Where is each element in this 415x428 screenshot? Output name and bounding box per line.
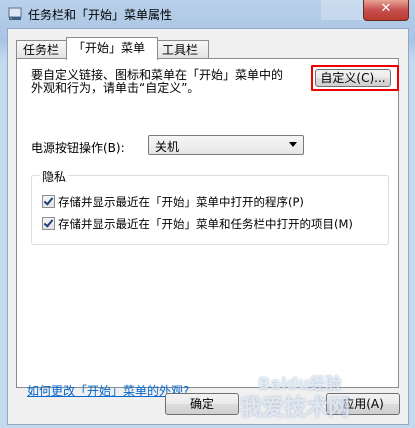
window-title: 任务栏和「开始」菜单属性 bbox=[28, 8, 173, 22]
recent-items-checkbox[interactable] bbox=[42, 217, 55, 230]
recent-items-label: 存储并显示最近在「开始」菜单和任务栏中打开的项目(M) bbox=[58, 217, 353, 231]
close-button[interactable]: ✕ bbox=[363, 0, 409, 21]
dialog-client-area: 任务栏 「开始」菜单 工具栏 要自定义链接、图标和菜单在「开始」菜单中的 外观和… bbox=[7, 28, 409, 425]
recent-programs-checkbox[interactable] bbox=[42, 195, 55, 208]
start-menu-panel: 要自定义链接、图标和菜单在「开始」菜单中的 外观和行为，请单击“自定义”。 自定… bbox=[16, 58, 399, 398]
recent-programs-label: 存储并显示最近在「开始」菜单中打开的程序(P) bbox=[58, 195, 304, 209]
privacy-group-title: 隐私 bbox=[40, 168, 69, 185]
description-line-2: 外观和行为，请单击“自定义”。 bbox=[31, 81, 200, 95]
taskbar-app-icon bbox=[8, 7, 22, 20]
power-button-action-select[interactable]: 关机 bbox=[148, 135, 304, 155]
power-button-action-value: 关机 bbox=[155, 140, 180, 154]
customize-button[interactable]: 自定义(C)... bbox=[315, 69, 391, 87]
customize-description: 要自定义链接、图标和菜单在「开始」菜单中的 外观和行为，请单击“自定义”。 bbox=[31, 69, 311, 95]
privacy-group: 隐私 存储并显示最近在「开始」菜单中打开的程序(P) 存储并显示最近在「开始」菜… bbox=[31, 168, 389, 245]
chevron-down-icon bbox=[289, 142, 297, 147]
dialog-window: 任务栏和「开始」菜单属性 ✕ 任务栏 「开始」菜单 工具栏 要自定义链接、图标和… bbox=[0, 0, 415, 428]
customize-highlight-box: 自定义(C)... bbox=[311, 65, 399, 91]
ok-button[interactable]: 确定 bbox=[165, 393, 239, 415]
power-button-action-label: 电源按钮操作(B): bbox=[31, 141, 125, 155]
apply-button[interactable]: 应用(A) bbox=[326, 393, 400, 415]
tab-taskbar[interactable]: 任务栏 bbox=[16, 40, 70, 59]
tab-toolbars[interactable]: 工具栏 bbox=[155, 40, 209, 59]
tab-start-menu[interactable]: 「开始」菜单 bbox=[66, 37, 158, 60]
title-bar[interactable]: 任务栏和「开始」菜单属性 ✕ bbox=[0, 0, 415, 28]
